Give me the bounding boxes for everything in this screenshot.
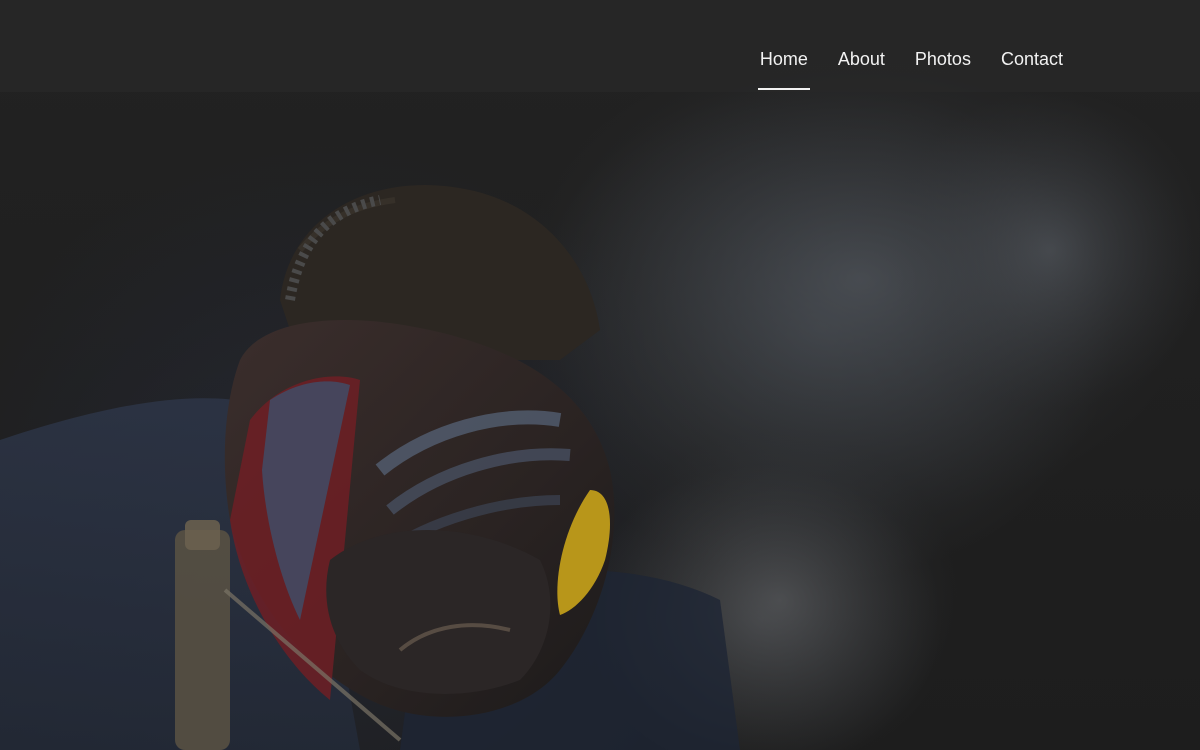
hero-section: Home About Photos Contact <box>0 0 1200 750</box>
top-navigation-bar: Home About Photos Contact <box>0 0 1200 92</box>
main-nav: Home About Photos Contact <box>757 42 1065 90</box>
nav-item-photos[interactable]: Photos <box>913 42 973 76</box>
nav-item-home[interactable]: Home <box>757 42 810 90</box>
nav-item-about[interactable]: About <box>836 42 887 76</box>
hero-background-image <box>0 40 1200 750</box>
nav-item-contact[interactable]: Contact <box>999 42 1065 76</box>
